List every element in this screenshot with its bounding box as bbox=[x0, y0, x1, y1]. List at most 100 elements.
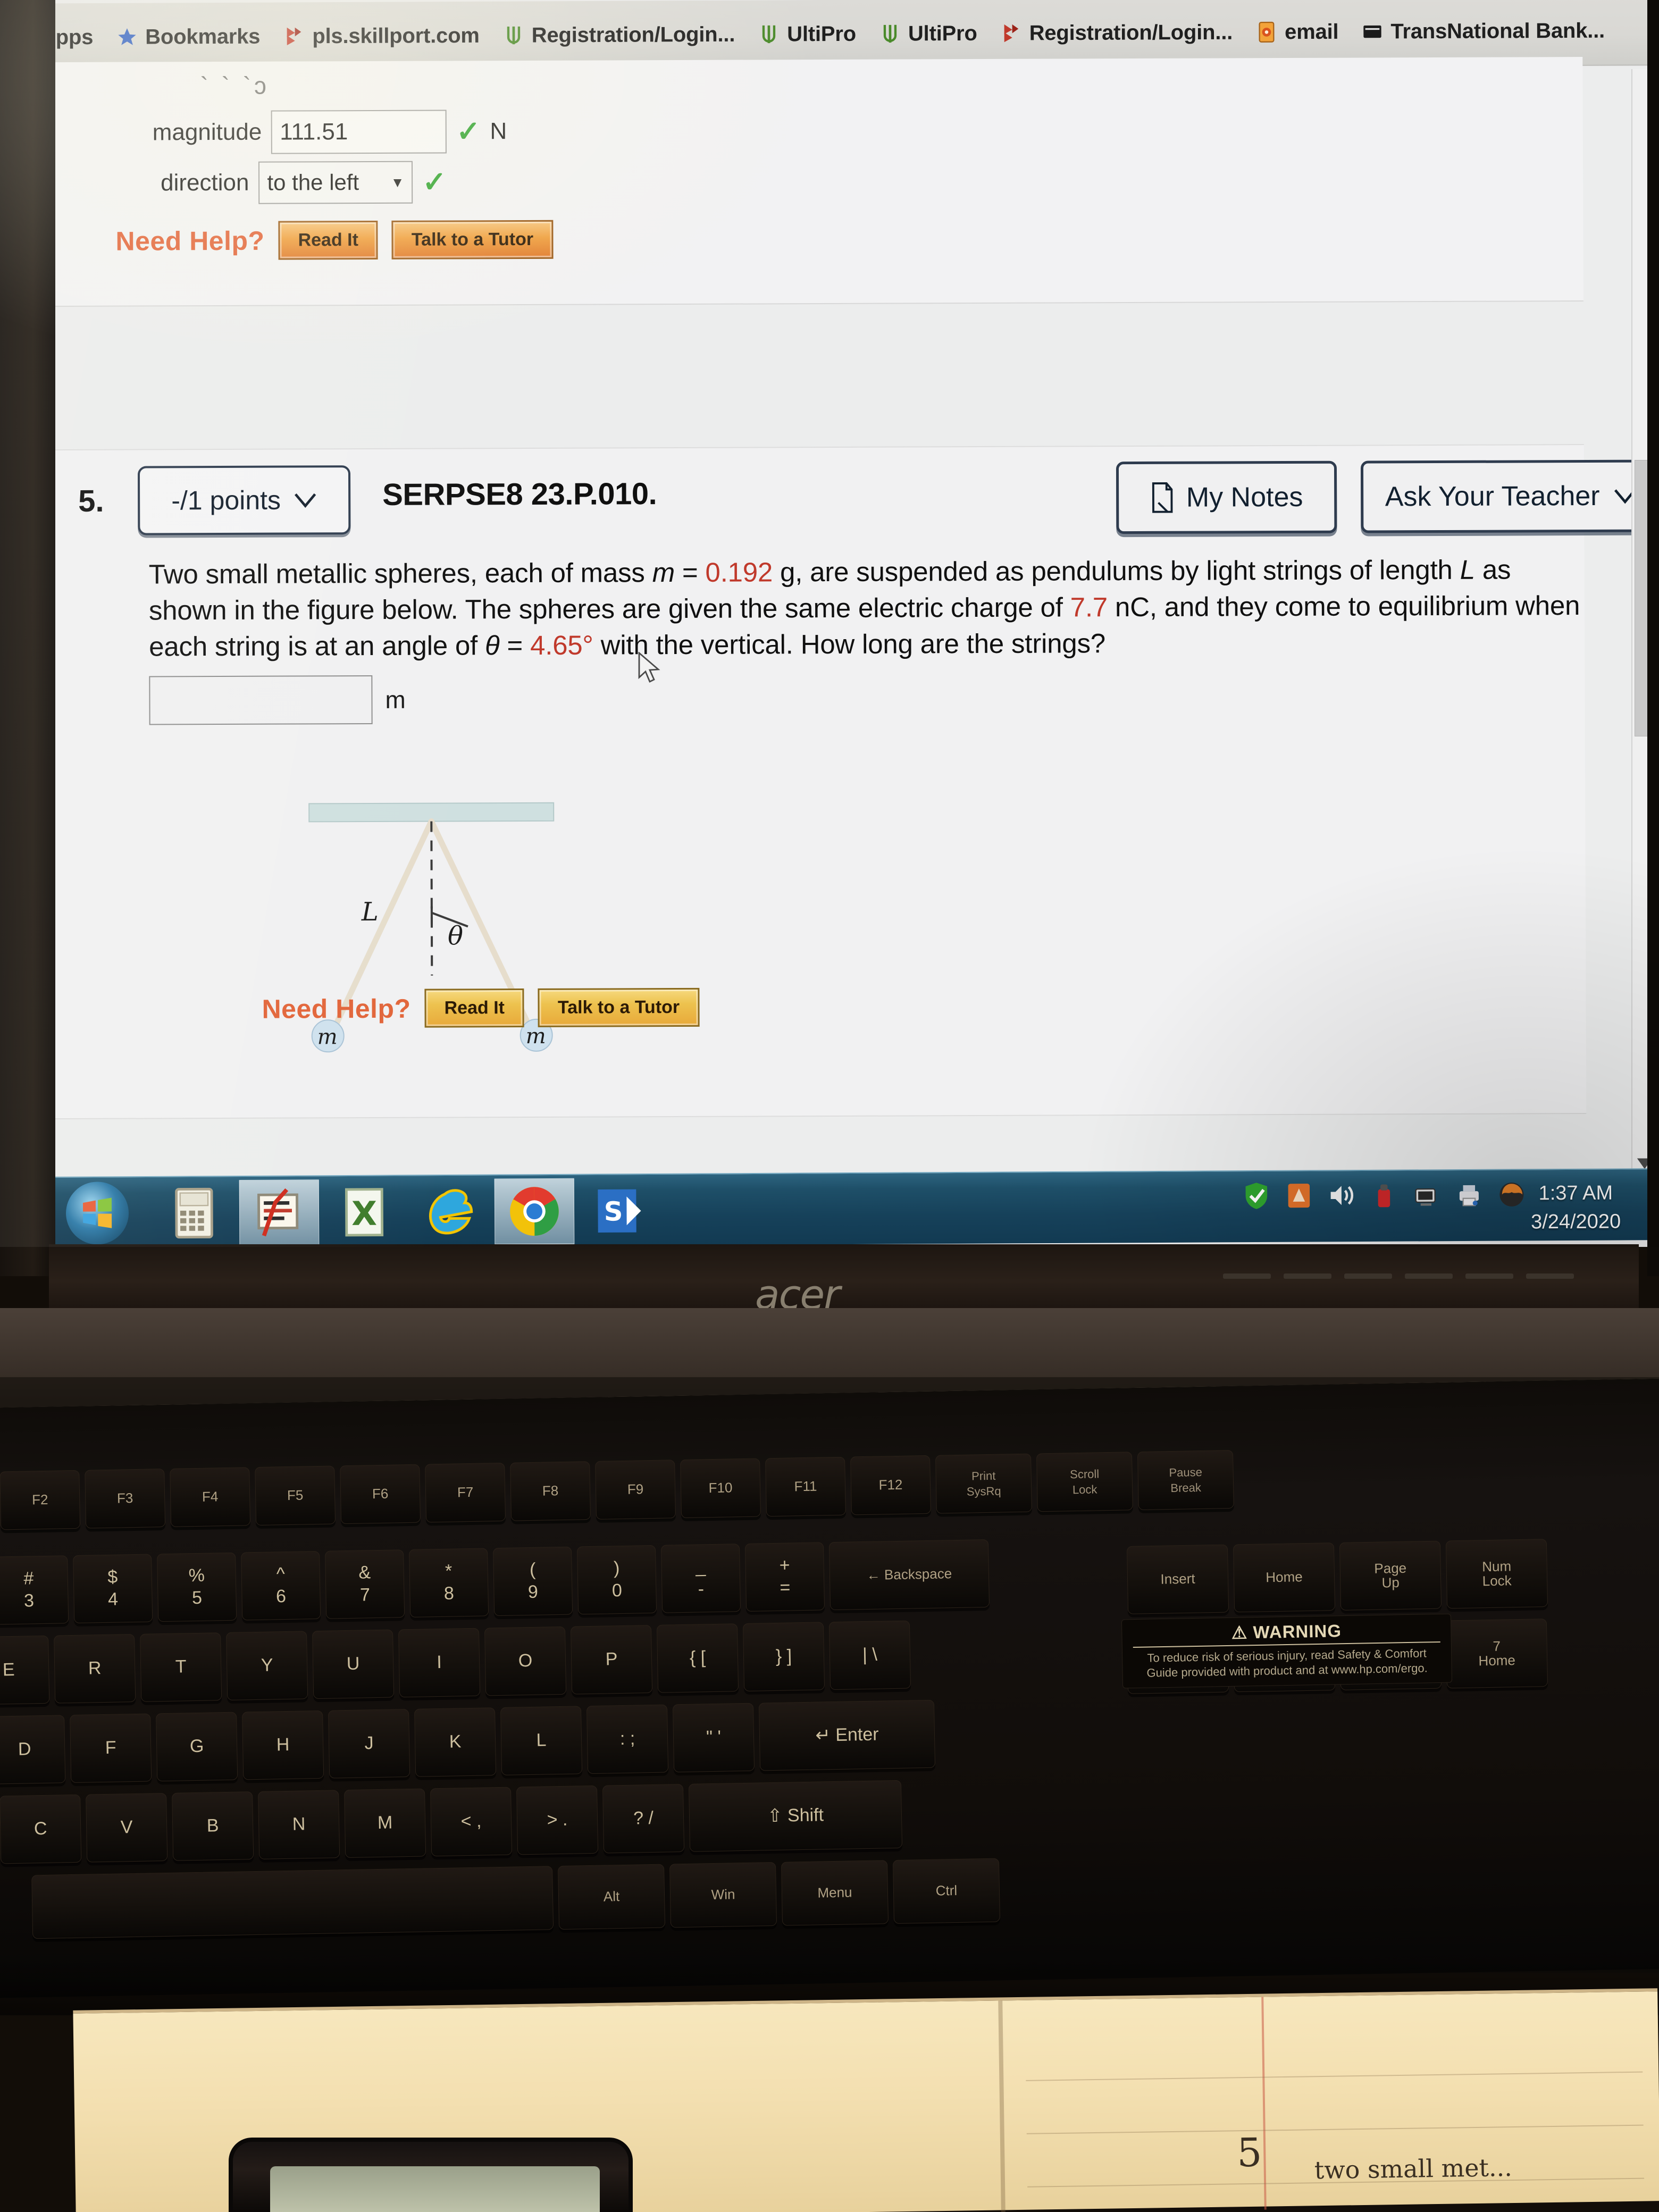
keyboard-key-F2[interactable]: F2 bbox=[0, 1470, 81, 1530]
keyboard-key-num-lock[interactable]: Num Lock bbox=[1445, 1539, 1548, 1609]
keyboard-key-backspace[interactable]: ← Backspace bbox=[828, 1539, 990, 1611]
keyboard-key-c[interactable]: C bbox=[0, 1794, 82, 1864]
keyboard-key-F8[interactable]: F8 bbox=[510, 1461, 591, 1521]
direction-select[interactable]: to the left ▼ bbox=[258, 161, 413, 204]
keyboard-key-F6[interactable]: F6 bbox=[340, 1464, 421, 1524]
keyboard-key-0[interactable]: ) 0 bbox=[576, 1545, 657, 1615]
keyboard-key-F7[interactable]: F7 bbox=[425, 1462, 506, 1523]
keyboard-key-f[interactable]: F bbox=[70, 1713, 152, 1783]
orange-app-icon[interactable] bbox=[1285, 1180, 1313, 1210]
answer-row: m bbox=[149, 671, 1595, 725]
keyboard-key-space[interactable] bbox=[31, 1866, 554, 1939]
taskbar-clock[interactable]: 1:37 AM 3/24/2020 bbox=[1531, 1179, 1621, 1237]
keyboard-key-h[interactable]: H bbox=[242, 1710, 324, 1780]
keyboard-key-home[interactable]: Home bbox=[1233, 1543, 1336, 1613]
keyboard-key-sysrq[interactable]: Print SysRq bbox=[935, 1453, 1032, 1514]
keyboard-key-page-up[interactable]: Page Up bbox=[1339, 1540, 1442, 1611]
ask-your-teacher-button[interactable]: Ask Your Teacher bbox=[1360, 459, 1659, 533]
keyboard-key-shift[interactable]: ⇧ Shift bbox=[688, 1780, 903, 1852]
keyboard-key-[interactable]: { [ bbox=[656, 1623, 739, 1693]
read-it-button[interactable]: Read It bbox=[278, 220, 379, 260]
bookmark-skillport[interactable]: pls.skillport.com bbox=[272, 23, 491, 48]
keyboard-key-E[interactable]: E bbox=[0, 1635, 50, 1705]
keyboard-key-7[interactable]: & 7 bbox=[325, 1549, 405, 1619]
keyboard-key-6[interactable]: ^ 6 bbox=[241, 1551, 321, 1621]
keyboard-key-8[interactable]: * 8 bbox=[409, 1548, 489, 1618]
keyboard-key-b[interactable]: B bbox=[172, 1791, 254, 1861]
keyboard-key-U[interactable]: U bbox=[312, 1629, 395, 1699]
keyboard-key-F12[interactable]: F12 bbox=[850, 1455, 931, 1515]
keyboard-key-R[interactable]: R bbox=[54, 1633, 136, 1704]
taskbar-item-notepad-document[interactable] bbox=[239, 1179, 320, 1246]
network-icon[interactable] bbox=[1412, 1180, 1441, 1210]
keyboard-key-3[interactable]: #3 bbox=[0, 1555, 69, 1625]
keyboard-key-k[interactable]: K bbox=[414, 1707, 497, 1777]
keyboard-key-[interactable]: : ; bbox=[586, 1704, 669, 1774]
keyboard-key-[interactable]: > . bbox=[516, 1785, 599, 1855]
printer-icon[interactable] bbox=[1455, 1180, 1484, 1210]
start-button[interactable] bbox=[65, 1182, 129, 1245]
volume-icon[interactable] bbox=[1327, 1180, 1356, 1210]
keyboard-key-T[interactable]: T bbox=[140, 1632, 222, 1702]
keyboard-key-break[interactable]: Pause Break bbox=[1137, 1449, 1234, 1511]
keyboard-key-l[interactable]: L bbox=[500, 1706, 583, 1775]
taskbar-item-calculator[interactable] bbox=[154, 1180, 234, 1246]
bookmark-registration-login-2[interactable]: Registration/Login... bbox=[989, 20, 1245, 45]
bookmark-registration-login-1[interactable]: Registration/Login... bbox=[491, 22, 747, 47]
keyboard-key-alt[interactable]: Alt bbox=[558, 1864, 666, 1930]
keyboard-key-5[interactable]: % 5 bbox=[157, 1552, 237, 1622]
keyboard-key-[interactable]: ? / bbox=[602, 1783, 685, 1854]
keyboard-key-F4[interactable]: F4 bbox=[170, 1467, 251, 1527]
bookmark-email[interactable]: email bbox=[1244, 20, 1350, 44]
keyboard-key-F9[interactable]: F9 bbox=[595, 1460, 676, 1520]
keyboard-key-F10[interactable]: F10 bbox=[680, 1458, 761, 1519]
bookmark-transnational-bank[interactable]: TransNational Bank... bbox=[1350, 19, 1616, 44]
keyboard-key-=[interactable]: + = bbox=[744, 1542, 825, 1612]
keyboard-key-n[interactable]: N bbox=[258, 1790, 340, 1859]
keyboard-key-numpad-7[interactable]: 7 Home bbox=[1445, 1619, 1548, 1689]
taskbar-item-google-chrome[interactable] bbox=[494, 1178, 575, 1245]
points-button[interactable]: -/1 points bbox=[137, 465, 351, 535]
firefox-icon[interactable] bbox=[1497, 1179, 1526, 1209]
battery-icon[interactable] bbox=[1370, 1180, 1398, 1210]
keyboard-key-v[interactable]: V bbox=[86, 1792, 168, 1863]
read-it-button[interactable]: Read It bbox=[424, 988, 525, 1028]
keyboard-key-insert[interactable]: Insert bbox=[1126, 1544, 1229, 1614]
answer-input[interactable] bbox=[149, 675, 373, 725]
talk-to-a-tutor-button[interactable]: Talk to a Tutor bbox=[538, 987, 700, 1027]
magnitude-input[interactable]: 111.51 bbox=[271, 110, 447, 154]
keyboard-key-[interactable]: < , bbox=[430, 1787, 513, 1857]
keyboard-key-F5[interactable]: F5 bbox=[255, 1465, 336, 1526]
keyboard-key-ctrl[interactable]: Ctrl bbox=[892, 1858, 1000, 1924]
keyboard-key-[interactable]: } ] bbox=[742, 1622, 825, 1691]
keyboard-key-Y[interactable]: Y bbox=[226, 1631, 308, 1700]
keyboard-key--[interactable]: _ - bbox=[660, 1544, 741, 1613]
bookmark-label: email bbox=[1284, 20, 1339, 44]
keyboard-key-d[interactable]: D bbox=[0, 1715, 66, 1784]
keyboard-key-9[interactable]: (9 bbox=[492, 1546, 573, 1616]
taskbar-item-skype[interactable]: S bbox=[580, 1178, 660, 1244]
shield-check-icon[interactable] bbox=[1242, 1181, 1271, 1211]
keyboard-key-menu[interactable]: Menu bbox=[781, 1860, 889, 1926]
keyboard-key-I[interactable]: I bbox=[398, 1628, 481, 1698]
bookmark-ultipro-1[interactable]: UltiPro bbox=[747, 22, 868, 46]
keyboard-key-4[interactable]: $4 bbox=[73, 1554, 153, 1623]
keyboard-key-[interactable]: | \ bbox=[828, 1620, 911, 1690]
keyboard-key-g[interactable]: G bbox=[156, 1712, 238, 1782]
keyboard-key-F11[interactable]: F11 bbox=[765, 1456, 846, 1517]
my-notes-button[interactable]: My Notes bbox=[1116, 460, 1337, 534]
talk-to-a-tutor-button[interactable]: Talk to a Tutor bbox=[391, 220, 554, 259]
keyboard-key-[interactable]: " ' bbox=[672, 1703, 755, 1773]
taskbar-item-internet-explorer[interactable] bbox=[409, 1179, 490, 1245]
bookmark-ultipro-2[interactable]: UltiPro bbox=[868, 21, 989, 46]
taskbar-item-microsoft-excel[interactable]: X bbox=[324, 1179, 405, 1245]
keyboard-key-P[interactable]: P bbox=[570, 1625, 653, 1695]
keyboard-key-j[interactable]: J bbox=[328, 1708, 410, 1779]
keyboard-key-enter[interactable]: ↵ Enter bbox=[758, 1699, 936, 1771]
keyboard-key-O[interactable]: O bbox=[484, 1626, 567, 1696]
bookmark-bookmarks[interactable]: Bookmarks bbox=[105, 24, 272, 49]
keyboard-key-win[interactable]: Win bbox=[669, 1862, 777, 1928]
keyboard-key-F3[interactable]: F3 bbox=[85, 1468, 166, 1529]
keyboard-key-m[interactable]: M bbox=[344, 1788, 426, 1858]
keyboard-key-lock[interactable]: Scroll Lock bbox=[1036, 1452, 1133, 1512]
